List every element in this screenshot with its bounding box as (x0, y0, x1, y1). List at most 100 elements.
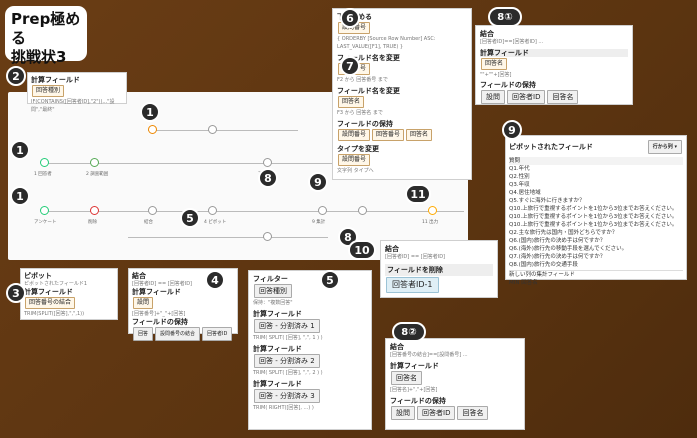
panel-heading: フィールドの保持 (480, 81, 536, 89)
field-chip[interactable]: 回答番号の結合 (25, 297, 76, 309)
step-badge: 8② (392, 322, 426, 342)
flow-node-clean-2[interactable] (90, 206, 99, 215)
join-clause: [回答番号の結合]==[設問番号] ... (390, 352, 468, 358)
formula-text: [回答名]+","+[回答] (390, 387, 438, 393)
step-badge: 1 (10, 186, 30, 206)
node-label: 1 回答者 (34, 172, 52, 177)
keep-chip[interactable]: 設問 (391, 406, 415, 420)
question-row: Q6.(国内)旅行先の決め手は何ですか？ (509, 238, 606, 244)
node-label: 4 ピボット (204, 220, 227, 225)
formula-text: { ORDERBY [Source Row Number] ASC: LAST_… (337, 36, 436, 50)
keep-chip[interactable]: 設問 (481, 90, 505, 104)
agg-row: MIN 回答名 (509, 280, 538, 286)
question-row: Q2.性別 (509, 174, 530, 180)
steps-panel-8-1: 結合 [回答者ID]==[回答者ID] ... 計算フィールド 回答名 ""+"… (475, 25, 633, 105)
steps-panel-5: フィルター 回答種別 保持："複数回答" 計算フィールド 回答 - 分割済み 1T… (248, 270, 372, 430)
step-badge: 8① (488, 7, 522, 27)
panel-heading: 計算フィールド (253, 310, 302, 318)
field-chip[interactable]: 回答 - 分割済み 1 (254, 319, 320, 333)
panel-heading: フィルター (253, 275, 288, 283)
step-desc: 保持："複数回答" (253, 300, 293, 306)
panel-heading: 結合 (385, 245, 399, 253)
step-badge: 3 (6, 283, 26, 303)
panel-heading: フィールドの保持 (390, 397, 446, 405)
step-badge: 10 (348, 240, 376, 260)
question-row: Q10.上旅行で重視するポイントを1位から3位までお答えください。 (509, 206, 678, 212)
canvas: Prep極める 挑戦状3 1 回答者 2 調査範囲 アンケート 削除 結合 4 … (0, 0, 697, 438)
flow-node-input-3[interactable] (148, 125, 157, 134)
formula-text: TRIM( SPLIT( [回答], ",", 2 ) ) (253, 370, 323, 376)
step-badge: 9 (502, 120, 522, 140)
step-badge: 6 (340, 8, 360, 28)
panel-heading: フィールドを削除 (385, 264, 493, 276)
flow-node-join-2[interactable] (263, 158, 272, 167)
panel-heading: フィールドの保持 (132, 318, 188, 326)
keep-chip[interactable]: 回答者ID (202, 327, 233, 341)
flow-node-clean-1[interactable] (90, 158, 99, 167)
keep-chip[interactable]: 回答者ID (507, 90, 546, 104)
keep-chip[interactable]: 回答名 (457, 406, 489, 420)
question-row: Q4.居住地域 (509, 190, 541, 196)
field-chip[interactable]: 回答 - 分割済み 3 (254, 389, 320, 403)
question-row: Q6.(海外)旅行先の移動手段を選んでください。 (509, 246, 628, 252)
join-clause: [回答者ID] == [回答者ID] (385, 254, 446, 260)
panel-heading: タイプを変更 (337, 145, 379, 153)
keep-chip[interactable]: 回答名 (547, 90, 579, 104)
flow-node-input-1[interactable] (40, 158, 49, 167)
node-label: 11 出力 (422, 220, 439, 225)
panel-heading: 計算フィールド (480, 49, 628, 57)
formula-text: TRIM(SPLIT([回答],",",1)) (24, 311, 85, 317)
step-desc: ピボットされたフィールド1 (24, 281, 88, 287)
step-badge: 9 (308, 172, 328, 192)
node-label: 結合 (144, 220, 153, 225)
field-chip[interactable]: 設問 (133, 297, 154, 309)
field-chip[interactable]: 回答名 (338, 96, 365, 108)
flow-node-input-2[interactable] (40, 206, 49, 215)
node-label: 9 集計 (312, 220, 326, 225)
field-chip[interactable]: 設問番号 (338, 154, 371, 166)
step-badge: 4 (205, 270, 225, 290)
pivot-panel-9: ピボットされたフィールド 行から列 ▾ 質問 Q1.年代 Q2.性別 Q3.年収 Q4.… (505, 135, 687, 286)
step-badge: 8 (258, 168, 278, 188)
question-row: Q7.(海外)旅行先の決め手は何ですか？ (509, 254, 606, 260)
steps-panel-10: 結合 [回答者ID] == [回答者ID] フィールドを削除 回答者ID-1 (380, 240, 498, 298)
question-row: Q8.(国内)旅行先の交通手段 (509, 262, 578, 268)
field-chip[interactable]: 回答名 (391, 371, 422, 385)
question-row: Q5.すぐに海外に行きますか？ (509, 198, 585, 204)
flow-node-join-1[interactable] (148, 206, 157, 215)
field-chip[interactable]: 回答 - 分割済み 2 (254, 354, 320, 368)
field-chip[interactable]: 回答名 (481, 58, 508, 70)
formula-text: [回答番号]+"_"+[回答] (132, 311, 186, 317)
keep-chip[interactable]: 回答番号 (372, 129, 405, 141)
panel-heading: 計算フィールド (253, 345, 302, 353)
flow-node-join-4[interactable] (358, 206, 367, 215)
flow-node-pivot-2[interactable] (208, 206, 217, 215)
panel-heading: ピボットされたフィールド (509, 143, 593, 151)
panel-heading: フィールドの保持 (337, 120, 393, 128)
formula-text: IF(CONTAINS([回答者ID],"2"))..."設問","最終" (31, 99, 115, 113)
field-chip[interactable]: 回答種別 (32, 85, 65, 97)
field-chip[interactable]: 回答者ID-1 (386, 277, 439, 293)
panel-heading: 計算フィールド (390, 362, 439, 370)
keep-chip[interactable]: 設問番号の結合 (155, 327, 201, 341)
keep-chip[interactable]: 回答者ID (417, 406, 456, 420)
flow-node-output[interactable] (428, 206, 437, 215)
question-list: Q1.年代 Q2.性別 Q3.年収 Q4.居住地域 Q5.すぐに海外に行きますか？ Q10… (509, 165, 683, 269)
flow-node-join-3[interactable] (318, 206, 327, 215)
keep-chip[interactable]: 回答 (133, 327, 154, 341)
footer-label: 新しい列の集計フィールド (509, 270, 683, 279)
keep-chip[interactable]: 設問番号 (338, 129, 371, 141)
flow-node-pivot-3[interactable] (263, 232, 272, 241)
panel-heading: フィールド名を変更 (337, 87, 400, 95)
step-badge: 1 (140, 102, 160, 122)
question-row: Q1.年代 (509, 166, 530, 172)
question-row: Q3.年収 (509, 182, 530, 188)
formula-text: ""+""+[回答] (480, 72, 512, 78)
field-chip[interactable]: 回答種別 (254, 284, 292, 298)
panel-heading: 結合 (480, 30, 494, 38)
flow-node-pivot-1[interactable] (208, 125, 217, 134)
calc-list: 計算フィールド 回答 - 分割済み 1 TRIM( SPLIT( [回答], ","… (253, 310, 367, 412)
keep-chip[interactable]: 回答名 (406, 129, 433, 141)
pivot-mode-dropdown[interactable]: 行から列 ▾ (647, 140, 682, 154)
formula-text: TRIM( RIGHT([回答], ...) ) (253, 405, 314, 411)
